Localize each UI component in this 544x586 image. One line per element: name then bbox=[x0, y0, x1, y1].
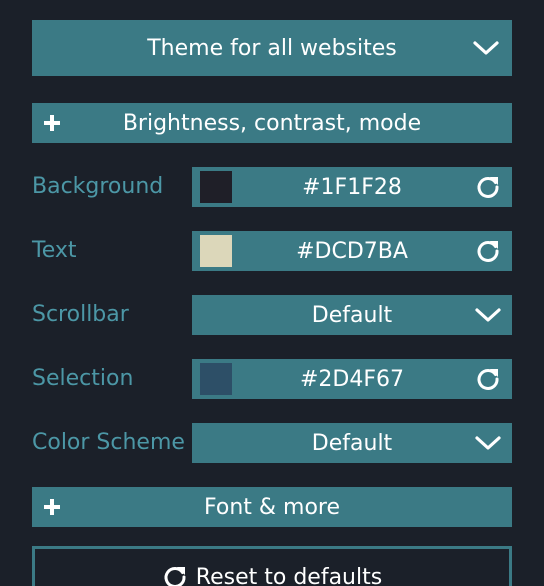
font-section-label: Font & more bbox=[203, 494, 341, 520]
selection-label: Selection bbox=[32, 366, 134, 391]
background-label: Background bbox=[32, 174, 164, 199]
scrollbar-dropdown[interactable]: Default bbox=[192, 295, 512, 335]
reset-icon[interactable] bbox=[474, 173, 502, 201]
theme-scope-label: Theme for all websites bbox=[147, 35, 397, 61]
chevron-down-icon bbox=[474, 429, 502, 457]
color-scheme-dropdown[interactable]: Default bbox=[192, 423, 512, 463]
text-color-value: #DCD7BA bbox=[296, 238, 408, 264]
theme-panel: Theme for all websites Brightness, contr… bbox=[0, 0, 544, 586]
reset-icon[interactable] bbox=[474, 237, 502, 265]
scrollbar-value: Default bbox=[311, 302, 393, 328]
color-scheme-value: Default bbox=[311, 430, 393, 456]
background-color-field[interactable]: #1F1F28 bbox=[192, 167, 512, 207]
theme-scope-dropdown[interactable]: Theme for all websites bbox=[32, 20, 512, 76]
scrollbar-label: Scrollbar bbox=[32, 302, 129, 327]
reset-icon[interactable] bbox=[474, 365, 502, 393]
reset-icon bbox=[162, 564, 188, 586]
plus-icon bbox=[40, 111, 64, 135]
brightness-contrast-mode-expander[interactable]: Brightness, contrast, mode bbox=[32, 103, 512, 143]
color-scheme-label: Color Scheme bbox=[32, 430, 185, 455]
brightness-section-label: Brightness, contrast, mode bbox=[122, 110, 422, 136]
text-color-field[interactable]: #DCD7BA bbox=[192, 231, 512, 271]
reset-to-defaults-button[interactable]: Reset to defaults bbox=[32, 546, 512, 586]
selection-color-swatch[interactable] bbox=[200, 363, 232, 395]
plus-icon bbox=[40, 495, 64, 519]
text-color-swatch[interactable] bbox=[200, 235, 232, 267]
selection-color-field[interactable]: #2D4F67 bbox=[192, 359, 512, 399]
background-color-swatch[interactable] bbox=[200, 171, 232, 203]
font-and-more-expander[interactable]: Font & more bbox=[32, 487, 512, 527]
background-color-value: #1F1F28 bbox=[302, 174, 402, 200]
chevron-down-icon bbox=[472, 34, 500, 62]
chevron-down-icon bbox=[474, 301, 502, 329]
text-label: Text bbox=[32, 238, 77, 263]
reset-to-defaults-label: Reset to defaults bbox=[195, 564, 383, 586]
selection-color-value: #2D4F67 bbox=[299, 366, 405, 392]
